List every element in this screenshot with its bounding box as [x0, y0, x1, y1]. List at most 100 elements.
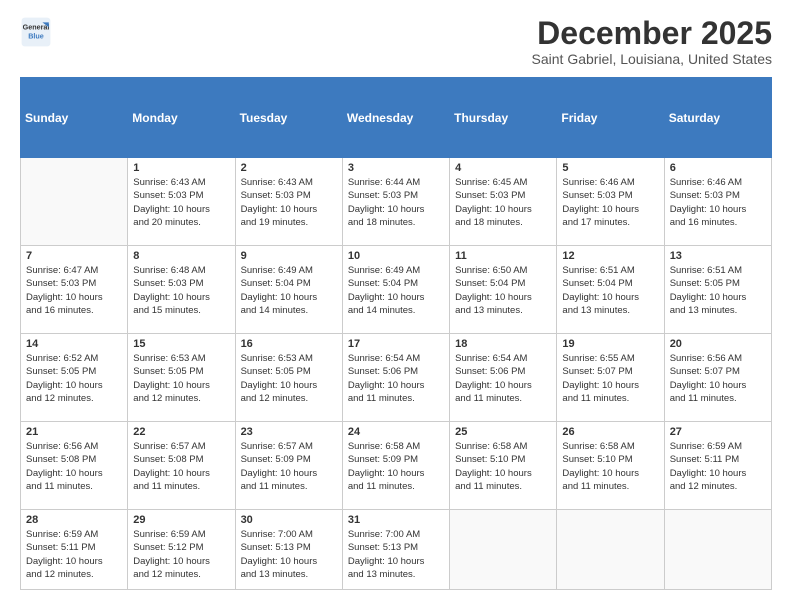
calendar-week-0: 1Sunrise: 6:43 AM Sunset: 5:03 PM Daylig… [21, 158, 772, 246]
day-number: 17 [348, 338, 444, 350]
calendar-cell: 7 Sunrise: 6:47 AM Sunset: 5:03 PM Daylig… [21, 246, 128, 334]
weekday-header-tuesday: Tuesday [235, 78, 342, 158]
day-number: 19 [562, 338, 658, 350]
calendar-cell: 1Sunrise: 6:43 AM Sunset: 5:03 PM Daylig… [128, 158, 235, 246]
day-info: Sunrise: 6:49 AM Sunset: 5:04 PM Dayligh… [348, 264, 444, 317]
page: General Blue December 2025 Saint Gabriel… [0, 0, 792, 612]
logo-icon: General Blue [20, 16, 52, 48]
calendar-cell: 6 Sunrise: 6:46 AM Sunset: 5:03 PM Daylig… [664, 158, 771, 246]
day-info: Sunrise: 6:54 AM Sunset: 5:06 PM Dayligh… [455, 352, 551, 405]
calendar-cell: 16Sunrise: 6:53 AM Sunset: 5:05 PM Dayli… [235, 334, 342, 422]
day-number: 7 [26, 250, 122, 262]
day-info: Sunrise: 6:43 AM Sunset: 5:03 PM Dayligh… [133, 176, 229, 229]
calendar-cell [664, 510, 771, 590]
calendar-cell: 8 Sunrise: 6:48 AM Sunset: 5:03 PM Daylig… [128, 246, 235, 334]
day-number: 6 [670, 162, 766, 174]
day-info: Sunrise: 6:52 AM Sunset: 5:05 PM Dayligh… [26, 352, 122, 405]
day-number: 8 [133, 250, 229, 262]
calendar-cell: 26 Sunrise: 6:58 AM Sunset: 5:10 PM Dayli… [557, 422, 664, 510]
day-info: Sunrise: 6:46 AM Sunset: 5:03 PM Dayligh… [670, 176, 766, 229]
day-info: Sunrise: 6:57 AM Sunset: 5:08 PM Dayligh… [133, 440, 229, 493]
day-number: 27 [670, 426, 766, 438]
day-number: 3 [348, 162, 444, 174]
day-info: Sunrise: 6:58 AM Sunset: 5:10 PM Dayligh… [455, 440, 551, 493]
svg-text:Blue: Blue [28, 31, 44, 40]
day-info: Sunrise: 6:53 AM Sunset: 5:05 PM Dayligh… [133, 352, 229, 405]
day-number: 5 [562, 162, 658, 174]
calendar-cell: 19Sunrise: 6:55 AM Sunset: 5:07 PM Dayli… [557, 334, 664, 422]
day-number: 20 [670, 338, 766, 350]
day-info: Sunrise: 6:59 AM Sunset: 5:11 PM Dayligh… [670, 440, 766, 493]
weekday-header-sunday: Sunday [21, 78, 128, 158]
day-info: Sunrise: 6:49 AM Sunset: 5:04 PM Dayligh… [241, 264, 337, 317]
day-info: Sunrise: 6:47 AM Sunset: 5:03 PM Dayligh… [26, 264, 122, 317]
day-number: 22 [133, 426, 229, 438]
calendar-cell: 18 Sunrise: 6:54 AM Sunset: 5:06 PM Dayli… [450, 334, 557, 422]
day-info: Sunrise: 6:59 AM Sunset: 5:12 PM Dayligh… [133, 528, 229, 581]
day-info: Sunrise: 6:46 AM Sunset: 5:03 PM Dayligh… [562, 176, 658, 229]
weekday-header-saturday: Saturday [664, 78, 771, 158]
day-info: Sunrise: 6:56 AM Sunset: 5:07 PM Dayligh… [670, 352, 766, 405]
day-info: Sunrise: 6:44 AM Sunset: 5:03 PM Dayligh… [348, 176, 444, 229]
day-info: Sunrise: 6:59 AM Sunset: 5:11 PM Dayligh… [26, 528, 122, 581]
calendar-cell: 23 Sunrise: 6:57 AM Sunset: 5:09 PM Dayli… [235, 422, 342, 510]
day-info: Sunrise: 6:43 AM Sunset: 5:03 PM Dayligh… [241, 176, 337, 229]
weekday-header-monday: Monday [128, 78, 235, 158]
month-title: December 2025 [532, 16, 772, 51]
day-number: 2 [241, 162, 337, 174]
weekday-header-wednesday: Wednesday [342, 78, 449, 158]
day-info: Sunrise: 6:57 AM Sunset: 5:09 PM Dayligh… [241, 440, 337, 493]
day-number: 26 [562, 426, 658, 438]
day-number: 13 [670, 250, 766, 262]
day-number: 21 [26, 426, 122, 438]
day-number: 28 [26, 514, 122, 526]
calendar-cell: 9 Sunrise: 6:49 AM Sunset: 5:04 PM Daylig… [235, 246, 342, 334]
calendar-cell: 12 Sunrise: 6:51 AM Sunset: 5:04 PM Dayli… [557, 246, 664, 334]
day-number: 15 [133, 338, 229, 350]
day-info: Sunrise: 6:51 AM Sunset: 5:05 PM Dayligh… [670, 264, 766, 317]
calendar: SundayMondayTuesdayWednesdayThursdayFrid… [20, 77, 772, 590]
location: Saint Gabriel, Louisiana, United States [532, 51, 772, 67]
day-info: Sunrise: 6:58 AM Sunset: 5:09 PM Dayligh… [348, 440, 444, 493]
day-number: 9 [241, 250, 337, 262]
weekday-header-row: SundayMondayTuesdayWednesdayThursdayFrid… [21, 78, 772, 158]
day-info: Sunrise: 6:51 AM Sunset: 5:04 PM Dayligh… [562, 264, 658, 317]
calendar-cell: 30Sunrise: 7:00 AM Sunset: 5:13 PM Dayli… [235, 510, 342, 590]
day-number: 24 [348, 426, 444, 438]
day-info: Sunrise: 6:50 AM Sunset: 5:04 PM Dayligh… [455, 264, 551, 317]
day-number: 31 [348, 514, 444, 526]
weekday-header-friday: Friday [557, 78, 664, 158]
title-block: December 2025 Saint Gabriel, Louisiana, … [532, 16, 772, 67]
calendar-cell: 25Sunrise: 6:58 AM Sunset: 5:10 PM Dayli… [450, 422, 557, 510]
calendar-cell: 24 Sunrise: 6:58 AM Sunset: 5:09 PM Dayli… [342, 422, 449, 510]
day-info: Sunrise: 6:45 AM Sunset: 5:03 PM Dayligh… [455, 176, 551, 229]
calendar-cell: 13 Sunrise: 6:51 AM Sunset: 5:05 PM Dayli… [664, 246, 771, 334]
calendar-cell: 11 Sunrise: 6:50 AM Sunset: 5:04 PM Dayli… [450, 246, 557, 334]
weekday-header-thursday: Thursday [450, 78, 557, 158]
calendar-cell: 28 Sunrise: 6:59 AM Sunset: 5:11 PM Dayli… [21, 510, 128, 590]
calendar-week-2: 14Sunrise: 6:52 AM Sunset: 5:05 PM Dayli… [21, 334, 772, 422]
day-number: 11 [455, 250, 551, 262]
day-info: Sunrise: 7:00 AM Sunset: 5:13 PM Dayligh… [348, 528, 444, 581]
calendar-cell: 5 Sunrise: 6:46 AM Sunset: 5:03 PM Daylig… [557, 158, 664, 246]
calendar-cell: 2 Sunrise: 6:43 AM Sunset: 5:03 PM Daylig… [235, 158, 342, 246]
calendar-cell: 10Sunrise: 6:49 AM Sunset: 5:04 PM Dayli… [342, 246, 449, 334]
day-number: 18 [455, 338, 551, 350]
day-info: Sunrise: 6:48 AM Sunset: 5:03 PM Dayligh… [133, 264, 229, 317]
day-number: 29 [133, 514, 229, 526]
calendar-cell: 17Sunrise: 6:54 AM Sunset: 5:06 PM Dayli… [342, 334, 449, 422]
header: General Blue December 2025 Saint Gabriel… [20, 16, 772, 67]
day-number: 23 [241, 426, 337, 438]
logo: General Blue [20, 16, 52, 48]
day-number: 4 [455, 162, 551, 174]
calendar-cell: 3 Sunrise: 6:44 AM Sunset: 5:03 PM Daylig… [342, 158, 449, 246]
day-info: Sunrise: 6:53 AM Sunset: 5:05 PM Dayligh… [241, 352, 337, 405]
day-number: 30 [241, 514, 337, 526]
calendar-week-4: 28 Sunrise: 6:59 AM Sunset: 5:11 PM Dayli… [21, 510, 772, 590]
calendar-cell [450, 510, 557, 590]
calendar-cell: 15 Sunrise: 6:53 AM Sunset: 5:05 PM Dayli… [128, 334, 235, 422]
calendar-cell: 14Sunrise: 6:52 AM Sunset: 5:05 PM Dayli… [21, 334, 128, 422]
day-number: 12 [562, 250, 658, 262]
day-info: Sunrise: 6:58 AM Sunset: 5:10 PM Dayligh… [562, 440, 658, 493]
calendar-cell: 4 Sunrise: 6:45 AM Sunset: 5:03 PM Daylig… [450, 158, 557, 246]
